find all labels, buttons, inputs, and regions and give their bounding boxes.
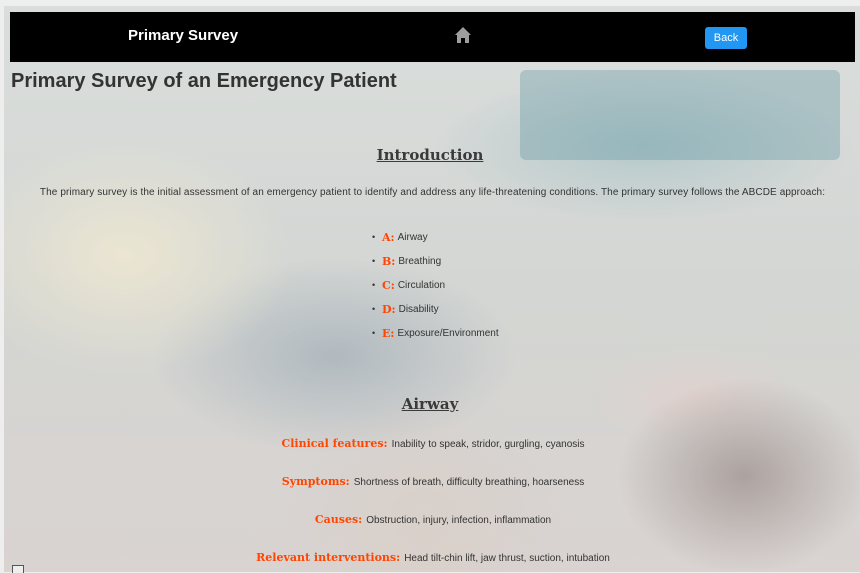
introduction-heading: Introduction (376, 146, 484, 164)
page: Primary Survey Back Primary Survey of an… (0, 0, 860, 573)
bullet-icon: • (372, 256, 376, 266)
airway-row-symptoms: Symptoms: Shortness of breath, difficulty… (0, 475, 860, 488)
list-item-text: Airway (397, 231, 428, 243)
nav-title: Primary Survey (128, 27, 239, 44)
list-item: • D: Disability (372, 297, 499, 321)
bullet-icon: • (372, 328, 376, 338)
home-icon[interactable] (454, 26, 472, 44)
airway-row-clinical-features: Clinical features: Inability to speak, st… (0, 437, 860, 450)
list-item: • E: Exposure/Environment (372, 321, 499, 345)
airway-row-relevant-interventions: Relevant interventions: Head tilt-chin li… (0, 551, 860, 564)
introduction-text: The primary survey is the initial assess… (39, 187, 826, 198)
navbar: Primary Survey Back (10, 12, 855, 62)
list-item-text: Breathing (398, 255, 442, 267)
page-title: Primary Survey of an Emergency Patient (11, 70, 397, 92)
list-item-letter: D: (382, 302, 396, 316)
row-value: Shortness of breath, difficulty breathin… (353, 477, 585, 488)
row-label: Clinical features: (281, 437, 388, 450)
abcde-list: • A: Airway • B: Breathing • C: Circulat… (372, 225, 499, 345)
row-value: Obstruction, injury, infection, inflamma… (366, 515, 552, 526)
list-item-text: Exposure/Environment (397, 327, 499, 339)
back-button[interactable]: Back (705, 27, 747, 49)
list-item-letter: E: (382, 326, 395, 340)
list-item-letter: A: (382, 230, 395, 244)
airway-heading: Airway (401, 395, 459, 413)
bullet-icon: • (372, 280, 376, 290)
airway-row-causes: Causes: Obstruction, injury, infection, i… (0, 513, 860, 526)
list-item-text: Disability (398, 303, 439, 315)
list-item-text: Circulation (397, 279, 446, 291)
list-item: • A: Airway (372, 225, 499, 249)
bullet-icon: • (372, 232, 376, 242)
list-item-letter: B: (382, 254, 396, 268)
row-label: Relevant interventions: (256, 551, 401, 564)
bullet-icon: • (372, 304, 376, 314)
list-item: • B: Breathing (372, 249, 499, 273)
list-item: • C: Circulation (372, 273, 499, 297)
row-value: Head tilt-chin lift, jaw thrust, suction… (404, 553, 610, 564)
row-label: Causes: (314, 513, 363, 526)
row-label: Symptoms: (281, 475, 350, 488)
list-item-letter: C: (382, 278, 395, 292)
row-value: Inability to speak, stridor, gurgling, c… (391, 439, 585, 450)
